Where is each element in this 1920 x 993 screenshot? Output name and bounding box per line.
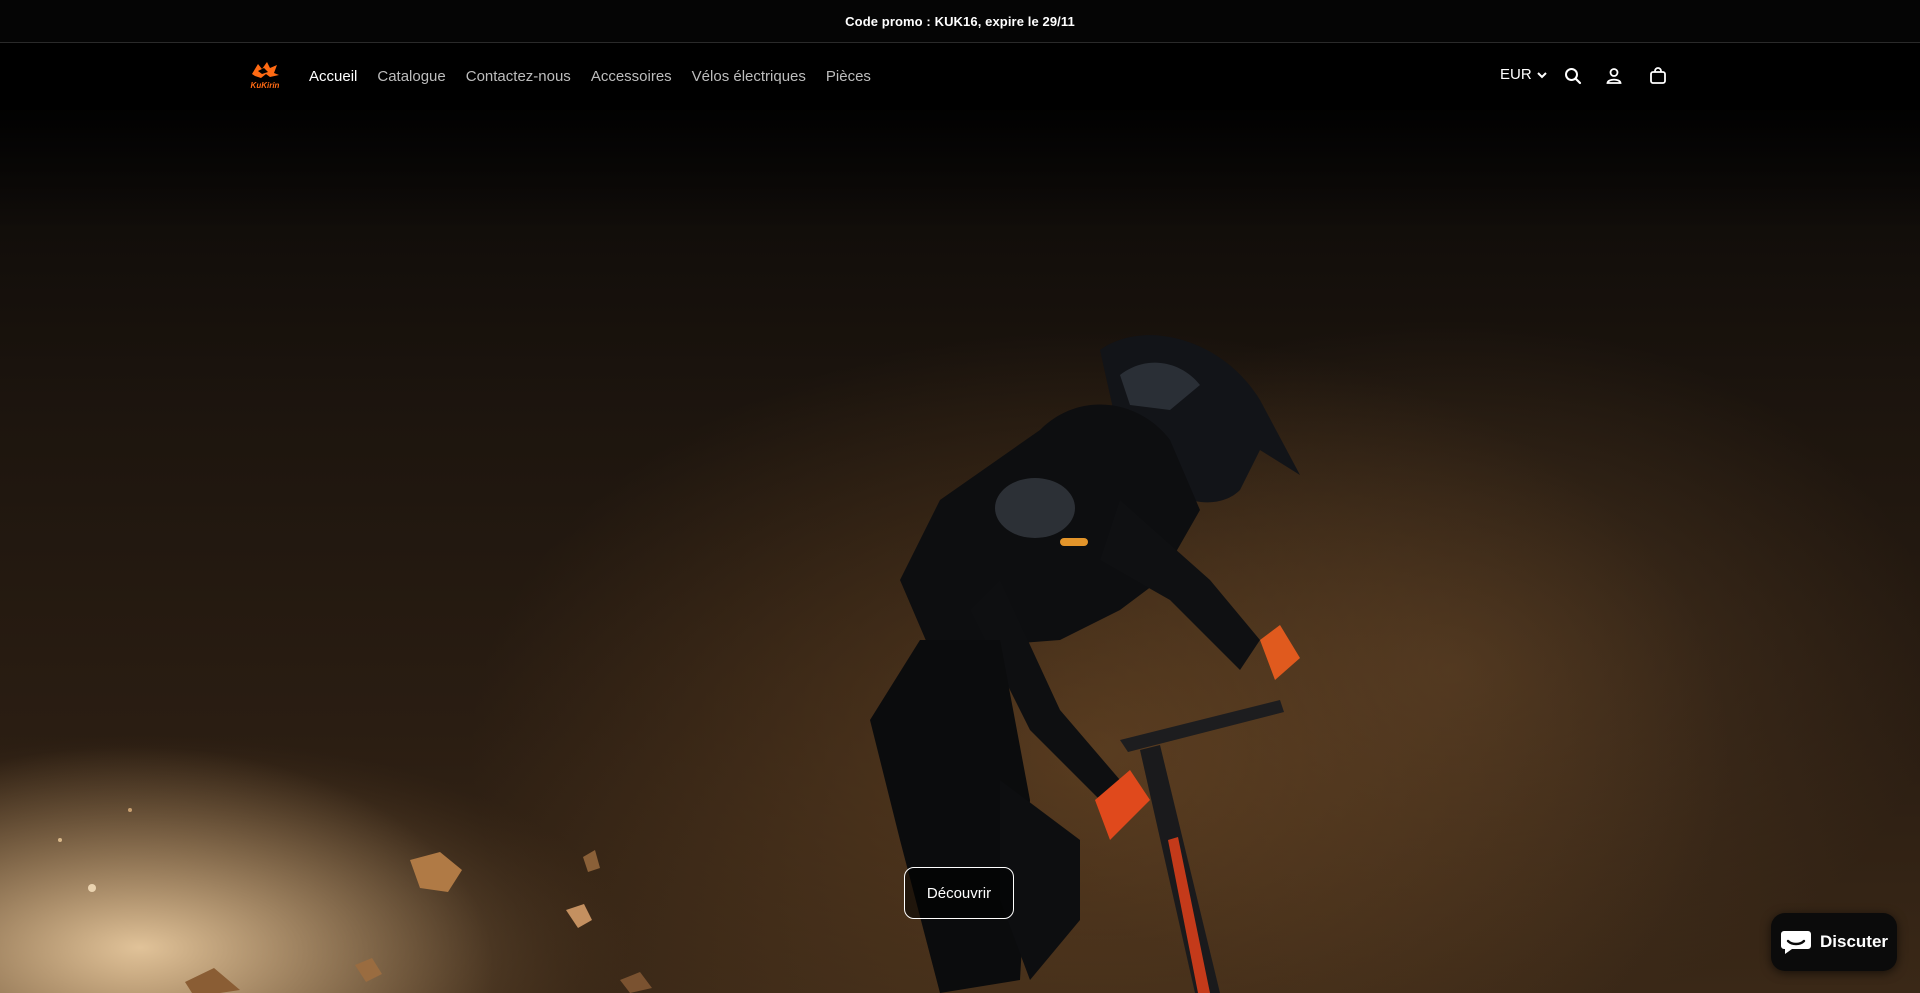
nav-item-pieces[interactable]: Pièces	[826, 68, 871, 85]
search-icon	[1565, 68, 1582, 85]
chat-label: Discuter	[1819, 932, 1889, 951]
nav-item-catalogue[interactable]: Catalogue	[377, 68, 445, 85]
site-header: KuKirin Accueil Catalogue Contactez-nous…	[0, 43, 1920, 110]
cart-button[interactable]	[1648, 66, 1668, 86]
search-button[interactable]	[1563, 66, 1583, 86]
page: Code promo : KUK16, expire le 29/11 KuKi…	[0, 0, 1920, 993]
logo-wordmark: KuKirin	[251, 81, 280, 90]
brand-logo[interactable]: KuKirin	[246, 60, 284, 90]
nav-item-accessoires[interactable]: Accessoires	[591, 68, 672, 85]
hero-top-shade	[0, 110, 1920, 230]
nav-item-contactez-nous[interactable]: Contactez-nous	[466, 68, 571, 85]
announcement-bar: Code promo : KUK16, expire le 29/11	[0, 0, 1920, 43]
cart-icon	[1650, 67, 1666, 84]
hero-banner: Découvrir	[0, 110, 1920, 993]
account-button[interactable]	[1604, 66, 1624, 86]
currency-selector[interactable]: EUR	[1500, 66, 1548, 83]
dust-and-rocks-image	[0, 690, 700, 993]
currency-label: EUR	[1500, 66, 1532, 83]
header-actions: EUR	[1500, 43, 1920, 110]
announcement-text: Code promo : KUK16, expire le 29/11	[845, 13, 1075, 29]
account-icon	[1606, 68, 1622, 84]
nav-item-velos-electriques[interactable]: Vélos électriques	[692, 68, 806, 85]
discover-button[interactable]: Découvrir	[904, 867, 1014, 919]
nav-item-accueil[interactable]: Accueil	[309, 68, 357, 85]
chevron-down-icon	[1536, 71, 1547, 78]
chat-bubble-icon	[1780, 931, 1811, 954]
logo-icon: KuKirin	[251, 62, 280, 90]
main-nav: Accueil Catalogue Contactez-nous Accesso…	[309, 43, 891, 110]
chat-button[interactable]: Discuter	[1771, 913, 1897, 971]
